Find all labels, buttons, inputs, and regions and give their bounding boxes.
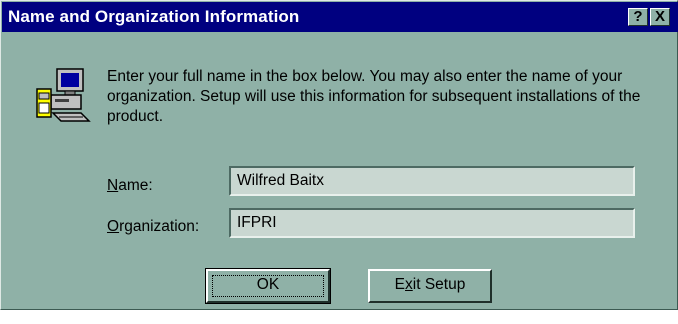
- organization-input[interactable]: [229, 208, 635, 238]
- computer-setup-icon: [36, 68, 91, 122]
- title-bar[interactable]: Name and Organization Information ? X: [2, 2, 678, 32]
- exit-setup-button[interactable]: Exit Setup: [368, 269, 492, 303]
- help-icon: ?: [633, 8, 643, 25]
- intro-text: Enter your full name in the box below. Y…: [107, 68, 641, 125]
- ok-button[interactable]: OK: [205, 268, 331, 304]
- name-input[interactable]: [229, 166, 635, 196]
- help-button[interactable]: ?: [628, 8, 648, 26]
- focus-rectangle: [212, 275, 324, 297]
- window-title: Name and Organization Information: [8, 7, 300, 26]
- close-icon: X: [654, 8, 665, 25]
- name-label: Name:: [107, 177, 153, 194]
- organization-label: Organization:: [107, 218, 200, 235]
- setup-dialog: Name and Organization Information ? X En…: [0, 0, 678, 310]
- close-button[interactable]: X: [650, 8, 670, 26]
